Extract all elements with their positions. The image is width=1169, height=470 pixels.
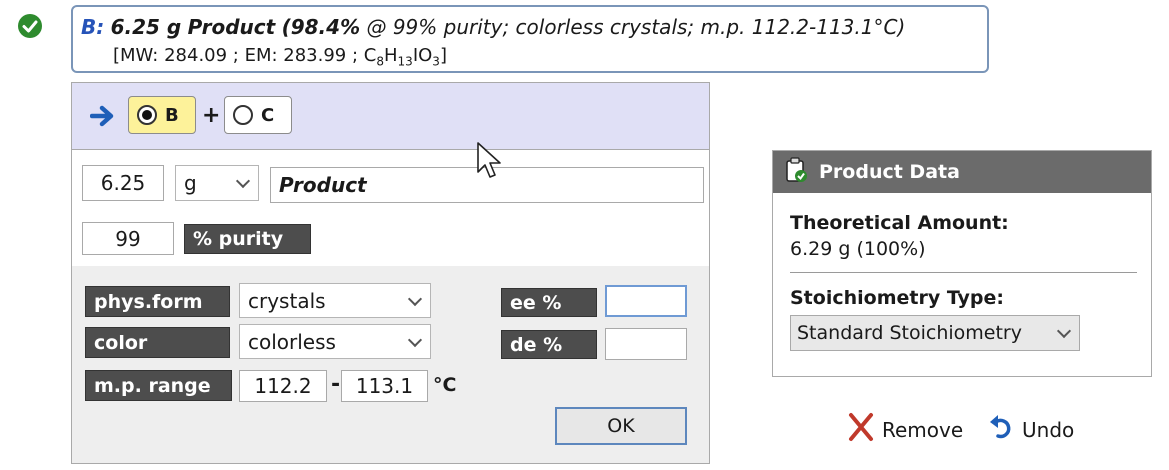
- product-selector-bar: B + C: [72, 83, 709, 150]
- de-label: de %: [501, 330, 597, 359]
- undo-button[interactable]: Undo: [988, 412, 1074, 447]
- mp-unit: °C: [433, 374, 457, 396]
- chevron-down-icon: [235, 173, 251, 189]
- summary-name: Product: [187, 15, 276, 39]
- arrow-right-icon: [89, 105, 116, 131]
- product-option-c[interactable]: C: [224, 96, 292, 134]
- stoichiometry-label: Stoichiometry Type:: [790, 287, 1005, 309]
- summary-line: B: 6.25 g Product (98.4% @ 99% purity; c…: [81, 15, 905, 39]
- clipboard-check-icon: [785, 156, 807, 188]
- ee-label: ee %: [501, 288, 597, 317]
- summary-formula-line: [MW: 284.09 ; EM: 283.99 ; C8H13IO3]: [113, 45, 447, 69]
- product-summary[interactable]: B: 6.25 g Product (98.4% @ 99% purity; c…: [71, 5, 989, 73]
- chevron-down-icon: [407, 332, 423, 347]
- mouse-cursor-icon: [477, 142, 503, 184]
- product-data-header: Product Data: [773, 151, 1151, 193]
- radio-b[interactable]: [137, 105, 157, 125]
- purity-input[interactable]: 99: [82, 222, 174, 255]
- stoichiometry-select[interactable]: Standard Stoichiometry: [790, 315, 1080, 351]
- theoretical-label: Theoretical Amount:: [790, 212, 1009, 234]
- summary-amount: 6.25 g: [110, 15, 182, 39]
- divider: [790, 272, 1137, 273]
- ee-input[interactable]: [605, 285, 687, 317]
- color-label: color: [85, 327, 230, 358]
- summary-details: @ 99% purity; colorless crystals; m.p. 1…: [366, 15, 906, 39]
- product-option-b[interactable]: B: [128, 96, 196, 134]
- amount-input[interactable]: 6.25: [82, 165, 164, 201]
- plus-sign: +: [202, 103, 221, 128]
- summary-tag: B:: [81, 15, 105, 39]
- product-data-title: Product Data: [819, 161, 960, 183]
- remove-x-icon: [848, 412, 874, 447]
- purity-label: % purity: [184, 224, 311, 254]
- summary-mw: [MW: 284.09 ; EM: 283.99 ;: [113, 45, 364, 66]
- undo-icon: [988, 412, 1014, 447]
- radio-c[interactable]: [233, 105, 253, 125]
- color-select[interactable]: colorless: [239, 324, 431, 359]
- product-edit-panel: B + C 6.25 g Product 99 % purity phys.fo…: [71, 82, 710, 464]
- ok-button[interactable]: OK: [555, 407, 687, 445]
- check-icon: [18, 14, 42, 38]
- unit-select[interactable]: g: [175, 165, 259, 201]
- theoretical-value: 6.29 g (100%): [790, 238, 926, 260]
- chevron-down-icon: [1056, 323, 1072, 339]
- summary-yield: (98.4%: [281, 15, 361, 39]
- product-data-box: Product Data Theoretical Amount: 6.29 g …: [772, 150, 1152, 377]
- formula: C8H13IO3: [363, 45, 440, 69]
- de-input[interactable]: [605, 328, 687, 360]
- remove-button[interactable]: Remove: [848, 412, 963, 447]
- phys-form-select[interactable]: crystals: [239, 283, 431, 318]
- mp-low-input[interactable]: 112.2: [239, 370, 327, 402]
- chevron-down-icon: [407, 291, 423, 306]
- mp-high-input[interactable]: 113.1: [341, 370, 428, 402]
- mp-range-label: m.p. range: [85, 370, 232, 401]
- mp-separator: -: [331, 372, 341, 397]
- phys-form-label: phys.form: [85, 286, 230, 317]
